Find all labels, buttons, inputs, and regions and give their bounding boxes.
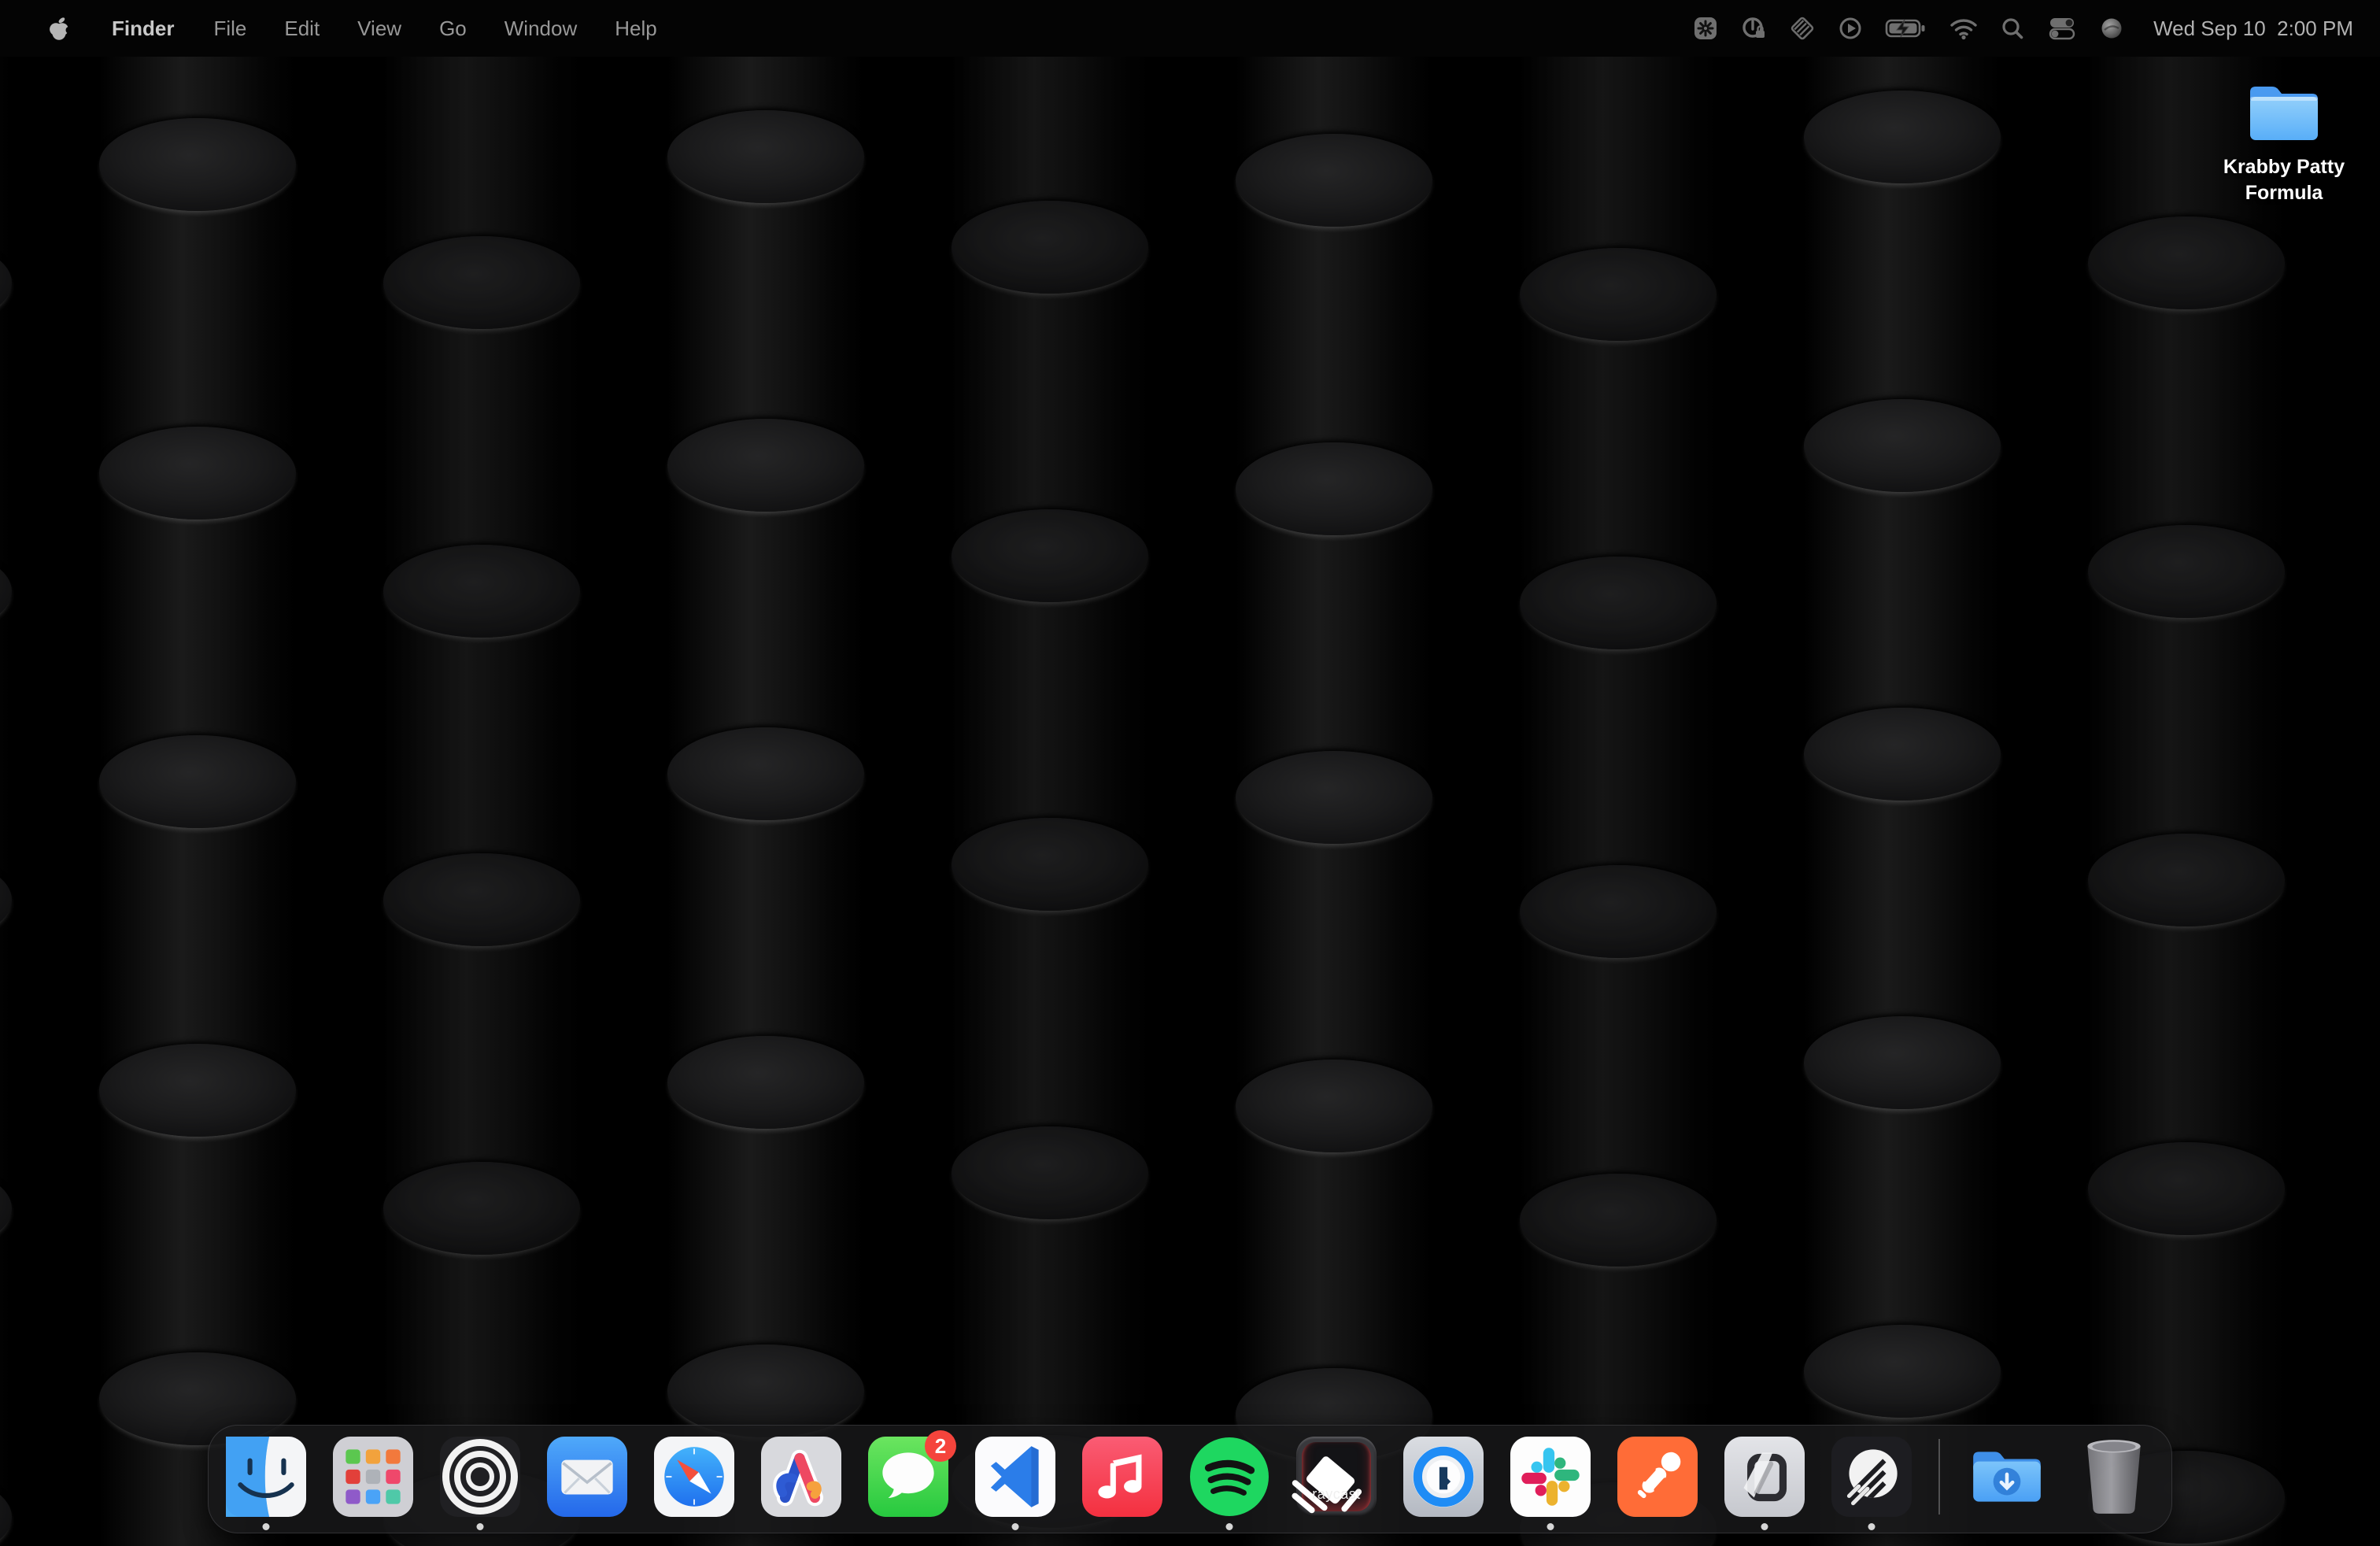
menu-window[interactable]: Window [486,17,596,41]
dock-item-safari[interactable] [654,1437,734,1517]
raycast-icon: raycast [1296,1437,1377,1517]
dock-item-spotify[interactable] [1189,1437,1269,1517]
menu-help[interactable]: Help [596,17,675,41]
dock-item-postman[interactable] [1617,1437,1698,1517]
dock-item-finder[interactable] [226,1437,306,1517]
dock-item-downloads-folder[interactable] [1967,1437,2047,1517]
dock-separator [1938,1439,1940,1515]
bullseye-rings-icon [440,1437,520,1517]
dock-item-vscode[interactable] [975,1437,1055,1517]
dock-item-arc-browser[interactable] [761,1437,841,1517]
messages-badge: 2 [925,1430,956,1462]
siri-icon[interactable] [2098,13,2125,44]
trash-icon [2074,1437,2154,1517]
now-playing-icon[interactable] [1837,13,1864,44]
spotify-icon [1189,1437,1269,1517]
desktop-folder-krabby-patty[interactable]: Krabby Patty Formula [2208,77,2360,206]
dock-item-apple-music[interactable] [1082,1437,1162,1517]
desktop-folder-label: Krabby Patty Formula [2217,154,2351,206]
launchpad-icon [333,1437,413,1517]
dock-item-1password[interactable] [1403,1437,1484,1517]
starburst-app-icon[interactable] [1692,13,1719,44]
slack-icon [1510,1437,1591,1517]
wifi-icon[interactable] [1949,13,1979,44]
menu-go[interactable]: Go [420,17,486,41]
menu-bar: Finder File Edit View Go Window Help [0,0,2380,57]
safari-icon [654,1437,734,1517]
menu-bar-clock[interactable]: Wed Sep 10 2:00 PM [2153,17,2353,41]
menu-edit[interactable]: Edit [265,17,338,41]
linear-icon [1831,1437,1912,1517]
dock-item-messages[interactable]: 2 [868,1437,948,1517]
wallpaper [0,0,2380,1546]
privacy-hatch-icon[interactable] [1788,13,1816,44]
vscode-icon [975,1437,1055,1517]
dock: 2 [208,1425,2172,1533]
menu-bar-status: Wed Sep 10 2:00 PM [1692,13,2380,44]
finder-icon [226,1437,306,1517]
spotlight-search-icon[interactable] [1999,13,2026,44]
dock-item-linear[interactable] [1831,1437,1912,1517]
postman-icon [1617,1437,1698,1517]
iphone-mirroring-icon [1724,1437,1805,1517]
downloads-folder-icon [1967,1437,2047,1517]
dock-item-raycast[interactable]: raycast [1296,1437,1377,1517]
apple-music-icon [1082,1437,1162,1517]
folder-icon [2245,77,2323,145]
menu-file[interactable]: File [194,17,265,41]
raycast-label: raycast [1296,1486,1377,1503]
screen-lock-icon[interactable] [1739,13,1768,44]
arc-browser-icon [761,1437,841,1517]
menu-view[interactable]: View [338,17,420,41]
dock-item-launchpad[interactable] [333,1437,413,1517]
dock-item-mail[interactable] [547,1437,627,1517]
dock-item-slack[interactable] [1510,1437,1591,1517]
mail-icon [547,1437,627,1517]
dock-item-trash[interactable] [2074,1437,2154,1517]
onepassword-icon [1403,1437,1484,1517]
battery-charging-icon[interactable] [1884,13,1928,44]
apple-menu[interactable] [27,15,91,42]
desktop-screen: Finder File Edit View Go Window Help [0,0,2380,1546]
apple-logo-icon [47,15,71,42]
dock-item-concentric-rings-app[interactable] [440,1437,520,1517]
menu-bar-left: Finder File Edit View Go Window Help [0,15,676,42]
dock-item-iphone-mirroring[interactable] [1724,1437,1805,1517]
control-center-icon[interactable] [2046,13,2078,44]
active-app-name[interactable]: Finder [91,17,194,41]
